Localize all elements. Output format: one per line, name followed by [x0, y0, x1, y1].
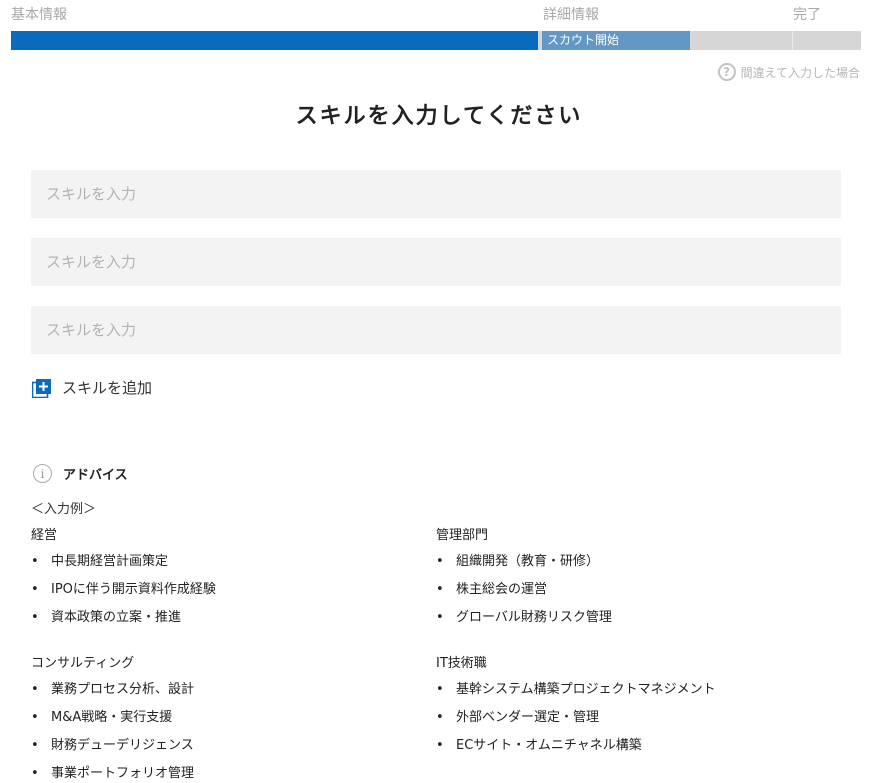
bullet: •: [436, 554, 444, 569]
progress-current-step: スカウト開始: [542, 31, 690, 50]
list-item-text: ECサイト・オムニチャネル構築: [456, 738, 642, 753]
step-complete: 完了: [793, 7, 821, 23]
group-list: • 中長期経営計画策定 • IPOに伴う開示資料作成経験 • 資本政策の立案・推進: [31, 548, 431, 632]
mistake-help-link[interactable]: ? 間違えて入力した場合: [717, 63, 860, 81]
list-item-text: IPOに伴う開示資料作成経験: [51, 582, 216, 597]
progress-fill: [11, 31, 538, 50]
bullet: •: [31, 610, 39, 625]
list-item-text: 基幹システム構築プロジェクトマネジメント: [456, 682, 716, 697]
group-list: • 組織開発（教育・研修） • 株主総会の運営 • グローバル財務リスク管理: [436, 548, 836, 632]
list-item-text: 組織開発（教育・研修）: [456, 554, 600, 569]
question-circle-icon: ?: [717, 63, 736, 81]
list-item: • 業務プロセス分析、設計: [31, 676, 431, 704]
list-item-text: 業務プロセス分析、設計: [51, 682, 195, 697]
progress-divider: [792, 31, 793, 50]
info-icon: i: [33, 464, 52, 483]
mistake-help-label: 間違えて入力した場合: [740, 65, 860, 80]
list-item-text: M&A戦略・実行支援: [51, 710, 173, 725]
list-item-text: 事業ポートフォリオ管理: [51, 766, 195, 781]
add-skill-label: スキルを追加: [62, 379, 153, 397]
step-basic-info: 基本情報: [11, 7, 67, 23]
bullet: •: [436, 610, 444, 625]
list-item: • 資本政策の立案・推進: [31, 604, 431, 632]
list-item: • グローバル財務リスク管理: [436, 604, 836, 632]
bullet: •: [436, 710, 444, 725]
list-item-text: 株主総会の運営: [456, 582, 548, 597]
list-item: • 財務デューデリジェンス: [31, 732, 431, 760]
example-group-management: 経営 • 中長期経営計画策定 • IPOに伴う開示資料作成経験 • 資本政策の立案・推…: [31, 524, 431, 632]
bullet: •: [436, 738, 444, 753]
skill-input-3[interactable]: [31, 306, 841, 354]
group-title: 管理部門: [436, 528, 489, 543]
example-group-consulting: コンサルティング • 業務プロセス分析、設計 • M&A戦略・実行支援 • 財務デュー…: [31, 652, 431, 783]
example-group-admin: 管理部門 • 組織開発（教育・研修） • 株主総会の運営 • グローバル財務リスク管理: [436, 524, 836, 632]
group-list: • 基幹システム構築プロジェクトマネジメント • 外部ベンダー選定・管理 • ECサイ…: [436, 676, 836, 760]
list-item-text: グローバル財務リスク管理: [456, 610, 612, 625]
advice-header: i アドバイス: [33, 464, 128, 483]
list-item: • ECサイト・オムニチャネル構築: [436, 732, 836, 760]
skill-input-1[interactable]: [31, 170, 841, 218]
group-title: コンサルティング: [31, 656, 135, 671]
page-title: スキルを入力してください: [295, 104, 583, 129]
skill-input-2[interactable]: [31, 238, 841, 286]
bullet: •: [31, 682, 39, 697]
list-item: • 基幹システム構築プロジェクトマネジメント: [436, 676, 836, 704]
group-title: IT技術職: [436, 656, 487, 671]
bullet: •: [31, 738, 39, 753]
list-item-text: 外部ベンダー選定・管理: [456, 710, 600, 725]
example-group-it: IT技術職 • 基幹システム構築プロジェクトマネジメント • 外部ベンダー選定・管理…: [436, 652, 836, 760]
group-title: 経営: [31, 528, 58, 543]
bullet: •: [31, 710, 39, 725]
add-box-icon: [32, 378, 51, 398]
list-item-text: 中長期経営計画策定: [51, 554, 169, 569]
list-item: • IPOに伴う開示資料作成経験: [31, 576, 431, 604]
bullet: •: [31, 582, 39, 597]
group-list: • 業務プロセス分析、設計 • M&A戦略・実行支援 • 財務デューデリジェンス • 事…: [31, 676, 431, 783]
list-item: • 組織開発（教育・研修）: [436, 548, 836, 576]
step-detail-info: 詳細情報: [543, 7, 599, 23]
progress-bar: スカウト開始: [11, 31, 861, 50]
list-item: • 外部ベンダー選定・管理: [436, 704, 836, 732]
bullet: •: [31, 766, 39, 781]
page: 基本情報 詳細情報 完了 スカウト開始 ? 間違えて入力した場合 スキルを入力し…: [0, 0, 878, 783]
bullet: •: [436, 582, 444, 597]
bullet: •: [436, 682, 444, 697]
list-item: • 中長期経営計画策定: [31, 548, 431, 576]
add-skill-button[interactable]: スキルを追加: [32, 377, 152, 398]
example-label: ＜入力例＞: [31, 502, 97, 517]
bullet: •: [31, 554, 39, 569]
list-item: • 事業ポートフォリオ管理: [31, 760, 431, 783]
list-item: • M&A戦略・実行支援: [31, 704, 431, 732]
list-item: • 株主総会の運営: [436, 576, 836, 604]
list-item-text: 財務デューデリジェンス: [51, 738, 194, 753]
list-item-text: 資本政策の立案・推進: [51, 610, 182, 625]
advice-title: アドバイス: [63, 468, 128, 483]
